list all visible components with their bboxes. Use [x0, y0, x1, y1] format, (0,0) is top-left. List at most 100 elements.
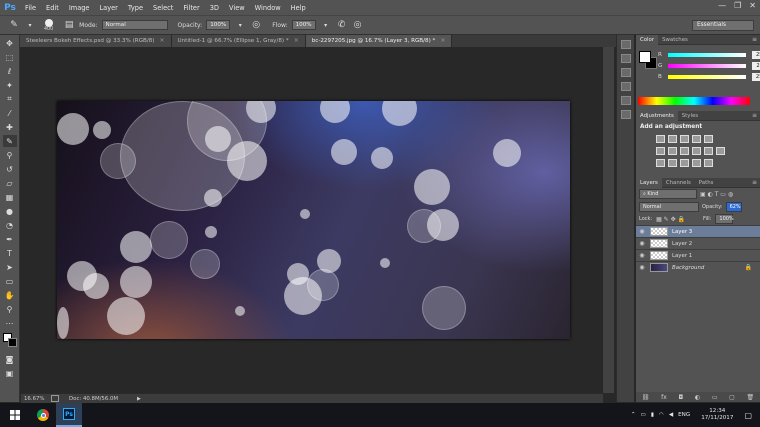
eye-icon[interactable]: ◉: [636, 264, 648, 271]
tab-layers[interactable]: Layers: [636, 177, 662, 188]
minimize-button[interactable]: —: [718, 1, 726, 10]
network-icon[interactable]: ▭: [641, 412, 646, 418]
path-select-tool-icon[interactable]: ➤: [3, 261, 17, 273]
layer-filter-kind[interactable]: ⌕ Kind: [639, 189, 697, 199]
menu-edit[interactable]: Edit: [41, 4, 64, 12]
shape-tool-icon[interactable]: ▭: [3, 275, 17, 287]
layer-row-layer-2[interactable]: ◉ Layer 2: [636, 237, 760, 249]
workspace-switcher[interactable]: Essentials: [692, 20, 754, 31]
eye-icon[interactable]: ◉: [636, 228, 648, 235]
status-icon[interactable]: [51, 395, 59, 402]
history-brush-tool-icon[interactable]: ↺: [3, 163, 17, 175]
mode-select[interactable]: Normal: [101, 20, 168, 30]
move-tool-icon[interactable]: ✥: [3, 37, 17, 49]
tab-close-icon[interactable]: ×: [160, 35, 165, 47]
menu-image[interactable]: Image: [64, 4, 95, 12]
new-adjustment-icon[interactable]: ◐: [695, 394, 700, 401]
stamp-tool-icon[interactable]: ⚲: [3, 149, 17, 161]
marquee-tool-icon[interactable]: ⬚: [3, 51, 17, 63]
red-slider[interactable]: [667, 52, 746, 57]
fx-icon[interactable]: fx: [661, 394, 667, 401]
blue-value[interactable]: 255: [751, 72, 760, 81]
taskbar-chrome[interactable]: [30, 403, 56, 427]
opacity-input[interactable]: 100%: [206, 20, 231, 30]
info-panel-icon[interactable]: [620, 68, 631, 77]
tray-overflow-icon[interactable]: ⌃: [631, 412, 636, 418]
pressure-opacity-icon[interactable]: ◎: [250, 19, 262, 31]
brush-tool-icon[interactable]: ✎: [2, 135, 17, 147]
menu-window[interactable]: Window: [250, 4, 286, 12]
brush-tool-icon[interactable]: ✎: [8, 19, 20, 31]
vibrance-adjust-icon[interactable]: [704, 135, 713, 143]
link-layers-icon[interactable]: ⛓: [642, 394, 650, 401]
eraser-tool-icon[interactable]: ▱: [3, 177, 17, 189]
red-value[interactable]: 255: [751, 50, 760, 59]
gradient-map-adjust-icon[interactable]: [704, 159, 713, 167]
quick-select-tool-icon[interactable]: ✦: [3, 79, 17, 91]
lasso-tool-icon[interactable]: ℓ: [3, 65, 17, 77]
airbrush-icon[interactable]: ✆: [336, 19, 348, 31]
black-white-adjust-icon[interactable]: [680, 147, 689, 155]
clock[interactable]: 12:34 17/11/2017: [701, 408, 733, 422]
volume-icon[interactable]: ◀: [669, 412, 673, 418]
more-tools-icon[interactable]: ⋯: [3, 317, 17, 329]
dodge-tool-icon[interactable]: ◔: [3, 219, 17, 231]
menu-help[interactable]: Help: [286, 4, 311, 12]
flow-dropdown-icon[interactable]: ▾: [320, 19, 332, 31]
color-balance-adjust-icon[interactable]: [668, 147, 677, 155]
type-tool-icon[interactable]: T: [3, 247, 17, 259]
battery-icon[interactable]: ▮: [651, 412, 654, 418]
tab-untitled-1[interactable]: Untitled-1 @ 66.7% (Ellipse 1, Gray/8) *…: [171, 35, 306, 47]
background-color-swatch[interactable]: [8, 338, 17, 347]
vertical-scrollbar[interactable]: [603, 47, 614, 393]
tab-color[interactable]: Color: [636, 34, 659, 45]
notifications-icon[interactable]: ▢: [744, 411, 752, 420]
threshold-adjust-icon[interactable]: [680, 159, 689, 167]
tab-swatches[interactable]: Swatches: [658, 35, 692, 45]
hand-tool-icon[interactable]: ✋: [3, 289, 17, 301]
menu-filter[interactable]: Filter: [178, 4, 204, 12]
delete-layer-icon[interactable]: 🗑: [747, 394, 755, 401]
close-button[interactable]: ✕: [749, 1, 756, 10]
crop-tool-icon[interactable]: ⌗: [3, 93, 17, 105]
new-group-icon[interactable]: ▭: [712, 394, 718, 401]
actions-panel-icon[interactable]: [620, 82, 631, 91]
screen-mode-icon[interactable]: ▣: [3, 367, 17, 379]
green-slider[interactable]: [668, 63, 747, 68]
quick-mask-icon[interactable]: ◙: [3, 353, 17, 365]
foreground-color-swatch[interactable]: [639, 51, 651, 63]
hue-saturation-adjust-icon[interactable]: [656, 147, 665, 155]
brightness-adjust-icon[interactable]: [656, 135, 665, 143]
panel-menu-icon[interactable]: ≡: [752, 112, 757, 119]
panel-menu-icon[interactable]: ≡: [752, 36, 757, 43]
selective-color-adjust-icon[interactable]: [692, 159, 701, 167]
wifi-icon[interactable]: ◠: [659, 412, 664, 418]
layer-row-layer-3[interactable]: ◉ Layer 3: [636, 225, 760, 237]
gradient-tool-icon[interactable]: ▦: [3, 191, 17, 203]
properties-panel-icon[interactable]: [620, 54, 631, 63]
exposure-adjust-icon[interactable]: [692, 135, 701, 143]
invert-adjust-icon[interactable]: [656, 159, 665, 167]
blend-mode-select[interactable]: Normal: [639, 201, 699, 212]
brush-presets-panel-icon[interactable]: [620, 96, 631, 105]
posterize-adjust-icon[interactable]: [668, 159, 677, 167]
layer-row-background[interactable]: ◉ Background 🔒: [636, 261, 760, 273]
zoom-tool-icon[interactable]: ⚲: [3, 303, 17, 315]
menu-view[interactable]: View: [224, 4, 250, 12]
levels-adjust-icon[interactable]: [668, 135, 677, 143]
bokeh-image-canvas[interactable]: [57, 101, 570, 339]
eye-icon[interactable]: ◉: [636, 252, 648, 259]
curves-adjust-icon[interactable]: [680, 135, 689, 143]
pressure-size-icon[interactable]: ◎: [352, 19, 364, 31]
language-indicator[interactable]: ENG: [678, 412, 690, 418]
tab-channels[interactable]: Channels: [662, 178, 695, 188]
green-value[interactable]: 255: [752, 61, 760, 70]
pen-tool-icon[interactable]: ✒: [3, 233, 17, 245]
character-panel-icon[interactable]: [620, 110, 631, 119]
menu-3d[interactable]: 3D: [205, 4, 224, 12]
new-layer-icon[interactable]: ▢: [729, 394, 735, 401]
layer-opacity-input[interactable]: 62%: [725, 201, 742, 212]
menu-select[interactable]: Select: [148, 4, 178, 12]
color-spectrum[interactable]: [638, 97, 750, 105]
tab-steeleers-bokeh[interactable]: Steeleers Bokeh Effects.psd @ 33.3% (RGB…: [20, 35, 172, 47]
